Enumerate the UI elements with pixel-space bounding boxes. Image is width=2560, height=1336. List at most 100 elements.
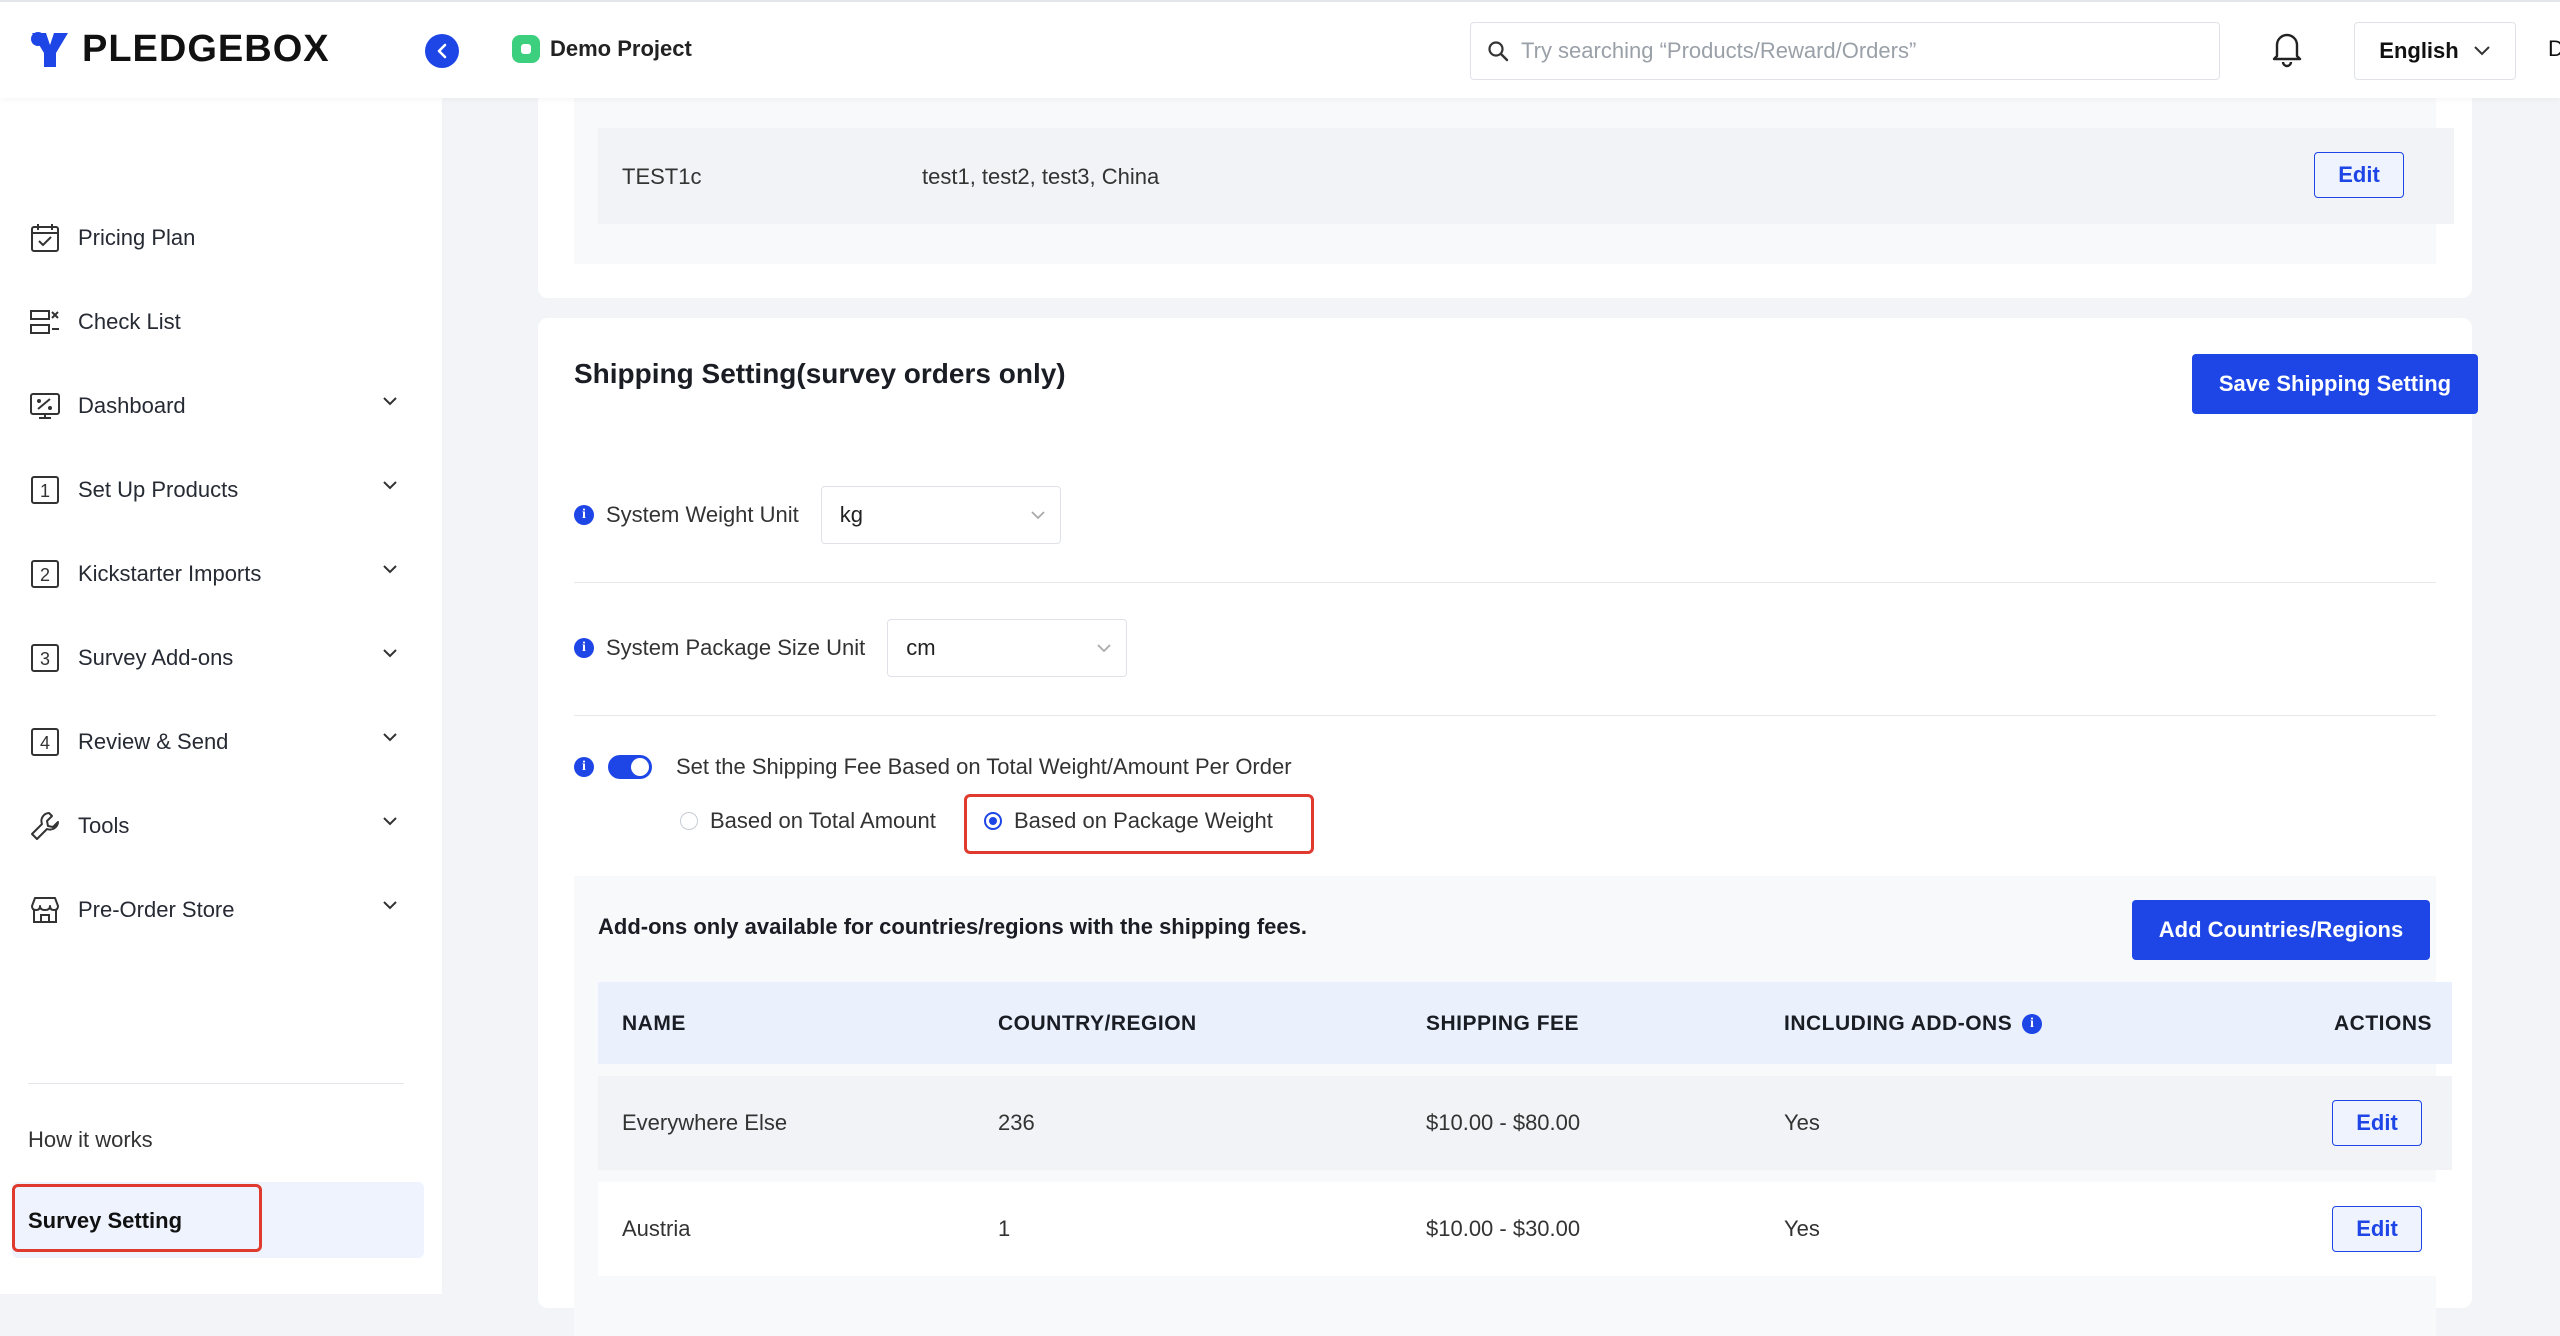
search-input[interactable] [1519, 37, 2203, 65]
column-header-country: COUNTRY/REGION [998, 1012, 1197, 1035]
radio-total-amount[interactable]: Based on Total Amount [680, 808, 936, 834]
store-icon [28, 893, 62, 927]
step-1-icon: 1 [28, 473, 62, 507]
project-selector[interactable]: Demo Project [512, 35, 692, 63]
zone-name: TEST1c [622, 164, 702, 189]
project-badge-icon [512, 35, 540, 63]
language-value: English [2379, 38, 2459, 63]
zone-countries: test1, test2, test3, China [922, 164, 1160, 189]
weight-unit-select[interactable]: kg [820, 486, 1061, 544]
sidebar-collapse-button[interactable] [425, 34, 459, 68]
chevron-down-icon [383, 901, 397, 910]
info-icon[interactable]: i [574, 505, 594, 525]
table-row: Austria 1 $10.00 - $30.00 Yes Edit [598, 1182, 2452, 1276]
sidebar-item-set-up-products[interactable]: 1 Set Up Products [28, 464, 398, 516]
divider [574, 715, 2436, 716]
sidebar-divider [28, 1083, 404, 1084]
shipping-zone-card: TEST1c test1, test2, test3, China Edit [538, 98, 2472, 298]
column-header-addons: INCLUDING ADD-ONS i [1784, 1012, 2043, 1036]
radio-label: Based on Total Amount [710, 808, 936, 833]
language-select[interactable]: English [2354, 22, 2516, 80]
fee-toggle-row: i Set the Shipping Fee Based on Total We… [574, 754, 1292, 780]
logo[interactable]: PLEDGEBOX [28, 28, 330, 71]
truncated-header-text: D [2548, 36, 2560, 61]
add-countries-regions-button[interactable]: Add Countries/Regions [2132, 900, 2430, 960]
edit-button[interactable]: Edit [2314, 152, 2404, 198]
row-country-count: 236 [998, 1110, 1035, 1135]
table-row: TEST1c test1, test2, test3, China Edit [598, 128, 2454, 224]
highlight-box [964, 794, 1314, 854]
row-name: Austria [622, 1216, 691, 1241]
search-icon [1488, 41, 1509, 62]
sidebar-item-label: Dashboard [78, 393, 186, 418]
how-it-works-link[interactable]: How it works [28, 1127, 153, 1153]
step-4-icon: 4 [28, 725, 62, 759]
dashboard-icon [28, 389, 62, 423]
chevron-down-icon [1097, 644, 1111, 653]
sidebar-item-label: Check List [78, 309, 181, 334]
sidebar-item-review-send[interactable]: 4 Review & Send [28, 716, 398, 768]
chevron-down-icon [383, 649, 397, 658]
sidebar: Pricing Plan Check List Dashboard 1 Set … [0, 98, 442, 1294]
chevron-down-icon [383, 733, 397, 742]
pledgebox-logo-icon [31, 31, 68, 67]
sidebar-item-pricing-plan[interactable]: Pricing Plan [28, 212, 398, 264]
column-header-fee: SHIPPING FEE [1426, 1012, 1580, 1035]
project-name: Demo Project [550, 36, 692, 61]
column-header-actions: ACTIONS [2334, 1012, 2432, 1035]
info-icon[interactable]: i [2022, 1014, 2043, 1034]
sidebar-item-pre-order-store[interactable]: Pre-Order Store [28, 884, 398, 936]
size-unit-select[interactable]: cm [887, 619, 1128, 677]
svg-text:2: 2 [40, 565, 50, 585]
chevron-down-icon [383, 481, 397, 490]
sidebar-item-label: Pre-Order Store [78, 897, 235, 922]
chevron-down-icon [383, 817, 397, 826]
section-title: Shipping Setting(survey orders only) [574, 358, 1066, 389]
edit-button[interactable]: Edit [2332, 1100, 2422, 1146]
column-header-name: NAME [622, 1012, 686, 1035]
info-icon[interactable]: i [574, 638, 594, 658]
sidebar-item-label: Set Up Products [78, 477, 239, 502]
shipping-setting-card: Shipping Setting(survey orders only) Sav… [538, 318, 2478, 1336]
sidebar-item-tools[interactable]: Tools [28, 800, 398, 852]
size-unit-label: System Package Size Unit [606, 635, 866, 660]
size-unit-row: i System Package Size Unit cm [574, 619, 1128, 677]
divider [574, 582, 2436, 583]
info-icon[interactable]: i [574, 757, 594, 777]
row-including-addons: Yes [1784, 1216, 1820, 1241]
chevron-down-icon [383, 397, 397, 406]
sidebar-item-label: Survey Add-ons [78, 645, 234, 670]
wrench-icon [28, 809, 62, 843]
sidebar-item-label: Tools [78, 813, 130, 838]
bell-icon [2272, 33, 2302, 68]
save-shipping-setting-button[interactable]: Save Shipping Setting [2192, 354, 2478, 414]
sidebar-item-kickstarter-imports[interactable]: 2 Kickstarter Imports [28, 548, 398, 600]
table-header: NAME COUNTRY/REGION SHIPPING FEE INCLUDI… [598, 982, 2452, 1064]
size-unit-value: cm [906, 635, 936, 660]
sidebar-item-survey-add-ons[interactable]: 3 Survey Add-ons [28, 632, 398, 684]
search-box[interactable] [1470, 22, 2220, 80]
top-bar: PLEDGEBOX Demo Project English D [0, 0, 2560, 98]
checklist-icon [28, 305, 62, 339]
row-country-count: 1 [998, 1216, 1011, 1241]
sidebar-item-label: Pricing Plan [78, 225, 196, 250]
add-ons-note: Add-ons only available for countries/reg… [598, 914, 1307, 939]
radio-button[interactable] [680, 812, 698, 830]
sidebar-item-label: Review & Send [78, 729, 229, 754]
edit-button[interactable]: Edit [2332, 1206, 2422, 1252]
sidebar-item-check-list[interactable]: Check List [28, 296, 398, 348]
notifications-button[interactable] [2268, 28, 2306, 73]
row-name: Everywhere Else [622, 1110, 788, 1135]
sidebar-item-dashboard[interactable]: Dashboard [28, 380, 398, 432]
svg-text:3: 3 [40, 649, 50, 669]
chevron-left-icon [437, 43, 447, 59]
row-shipping-fee: $10.00 - $80.00 [1426, 1110, 1581, 1135]
fee-toggle[interactable] [608, 755, 652, 779]
sidebar-item-label: Kickstarter Imports [78, 561, 262, 586]
step-2-icon: 2 [28, 557, 62, 591]
row-shipping-fee: $10.00 - $30.00 [1426, 1216, 1581, 1241]
svg-text:1: 1 [40, 481, 50, 501]
shipping-zones-panel: Add-ons only available for countries/reg… [574, 876, 2452, 1336]
highlight-box [12, 1184, 262, 1252]
calendar-check-icon [28, 221, 62, 255]
